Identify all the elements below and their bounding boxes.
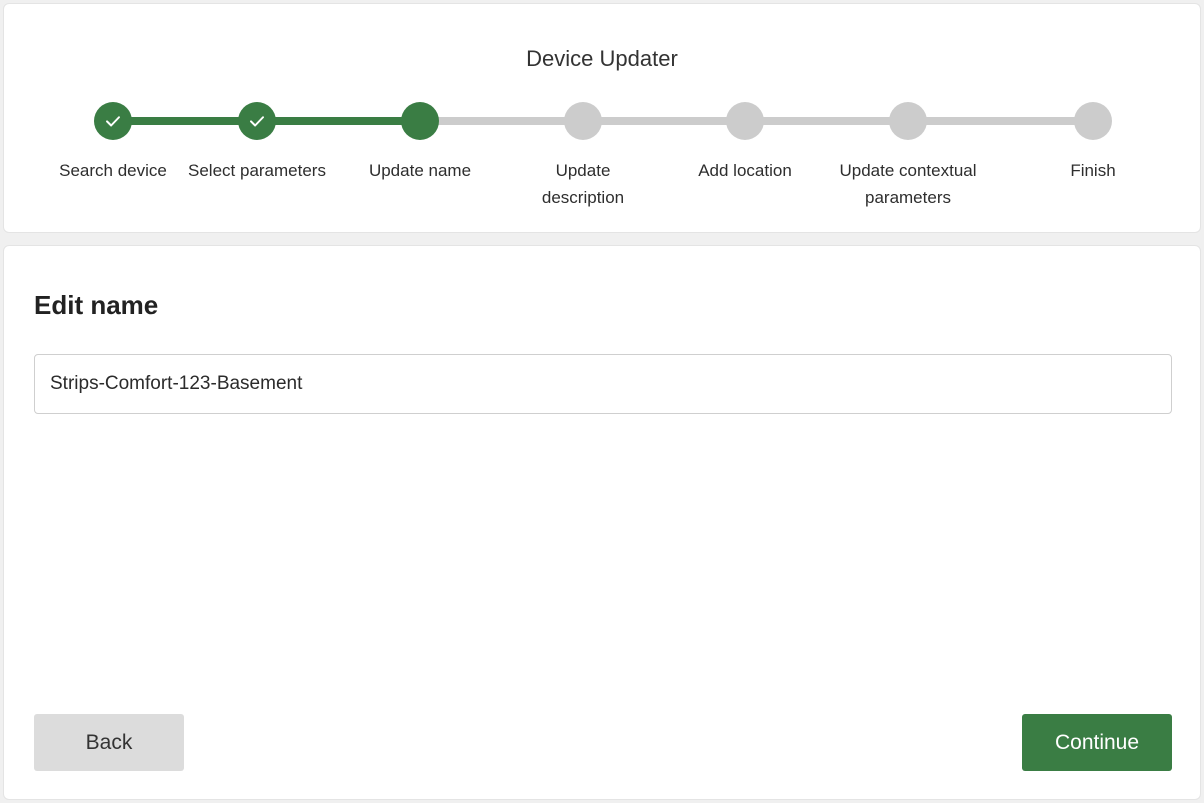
continue-button[interactable]: Continue: [1022, 714, 1172, 771]
step-6-dot[interactable]: [889, 102, 927, 140]
step-4-label: Update description: [541, 161, 625, 207]
step-1-dot[interactable]: [94, 102, 132, 140]
step-3-dot[interactable]: [401, 102, 439, 140]
edit-name-card: Edit name Back Continue: [3, 245, 1201, 800]
step-1-label: Search device: [59, 161, 167, 180]
step-5-label: Add location: [698, 161, 792, 180]
step-7-dot[interactable]: [1074, 102, 1112, 140]
check-icon: [250, 116, 264, 127]
back-button[interactable]: Back: [34, 714, 184, 771]
step-4-dot[interactable]: [564, 102, 602, 140]
step-7-label: Finish: [1070, 161, 1116, 180]
section-title: Edit name: [34, 290, 159, 320]
step-5-dot[interactable]: [726, 102, 764, 140]
stepper-card: Device Updater Search device Select para…: [3, 3, 1201, 233]
step-6-label: Update contextual parameters: [839, 161, 977, 207]
step-2-label: Select parameters: [188, 161, 326, 180]
page-title: Device Updater: [526, 46, 678, 71]
step-2-dot[interactable]: [238, 102, 276, 140]
check-icon: [106, 116, 120, 127]
name-input[interactable]: [34, 354, 1172, 414]
step-3-label: Update name: [368, 161, 472, 180]
